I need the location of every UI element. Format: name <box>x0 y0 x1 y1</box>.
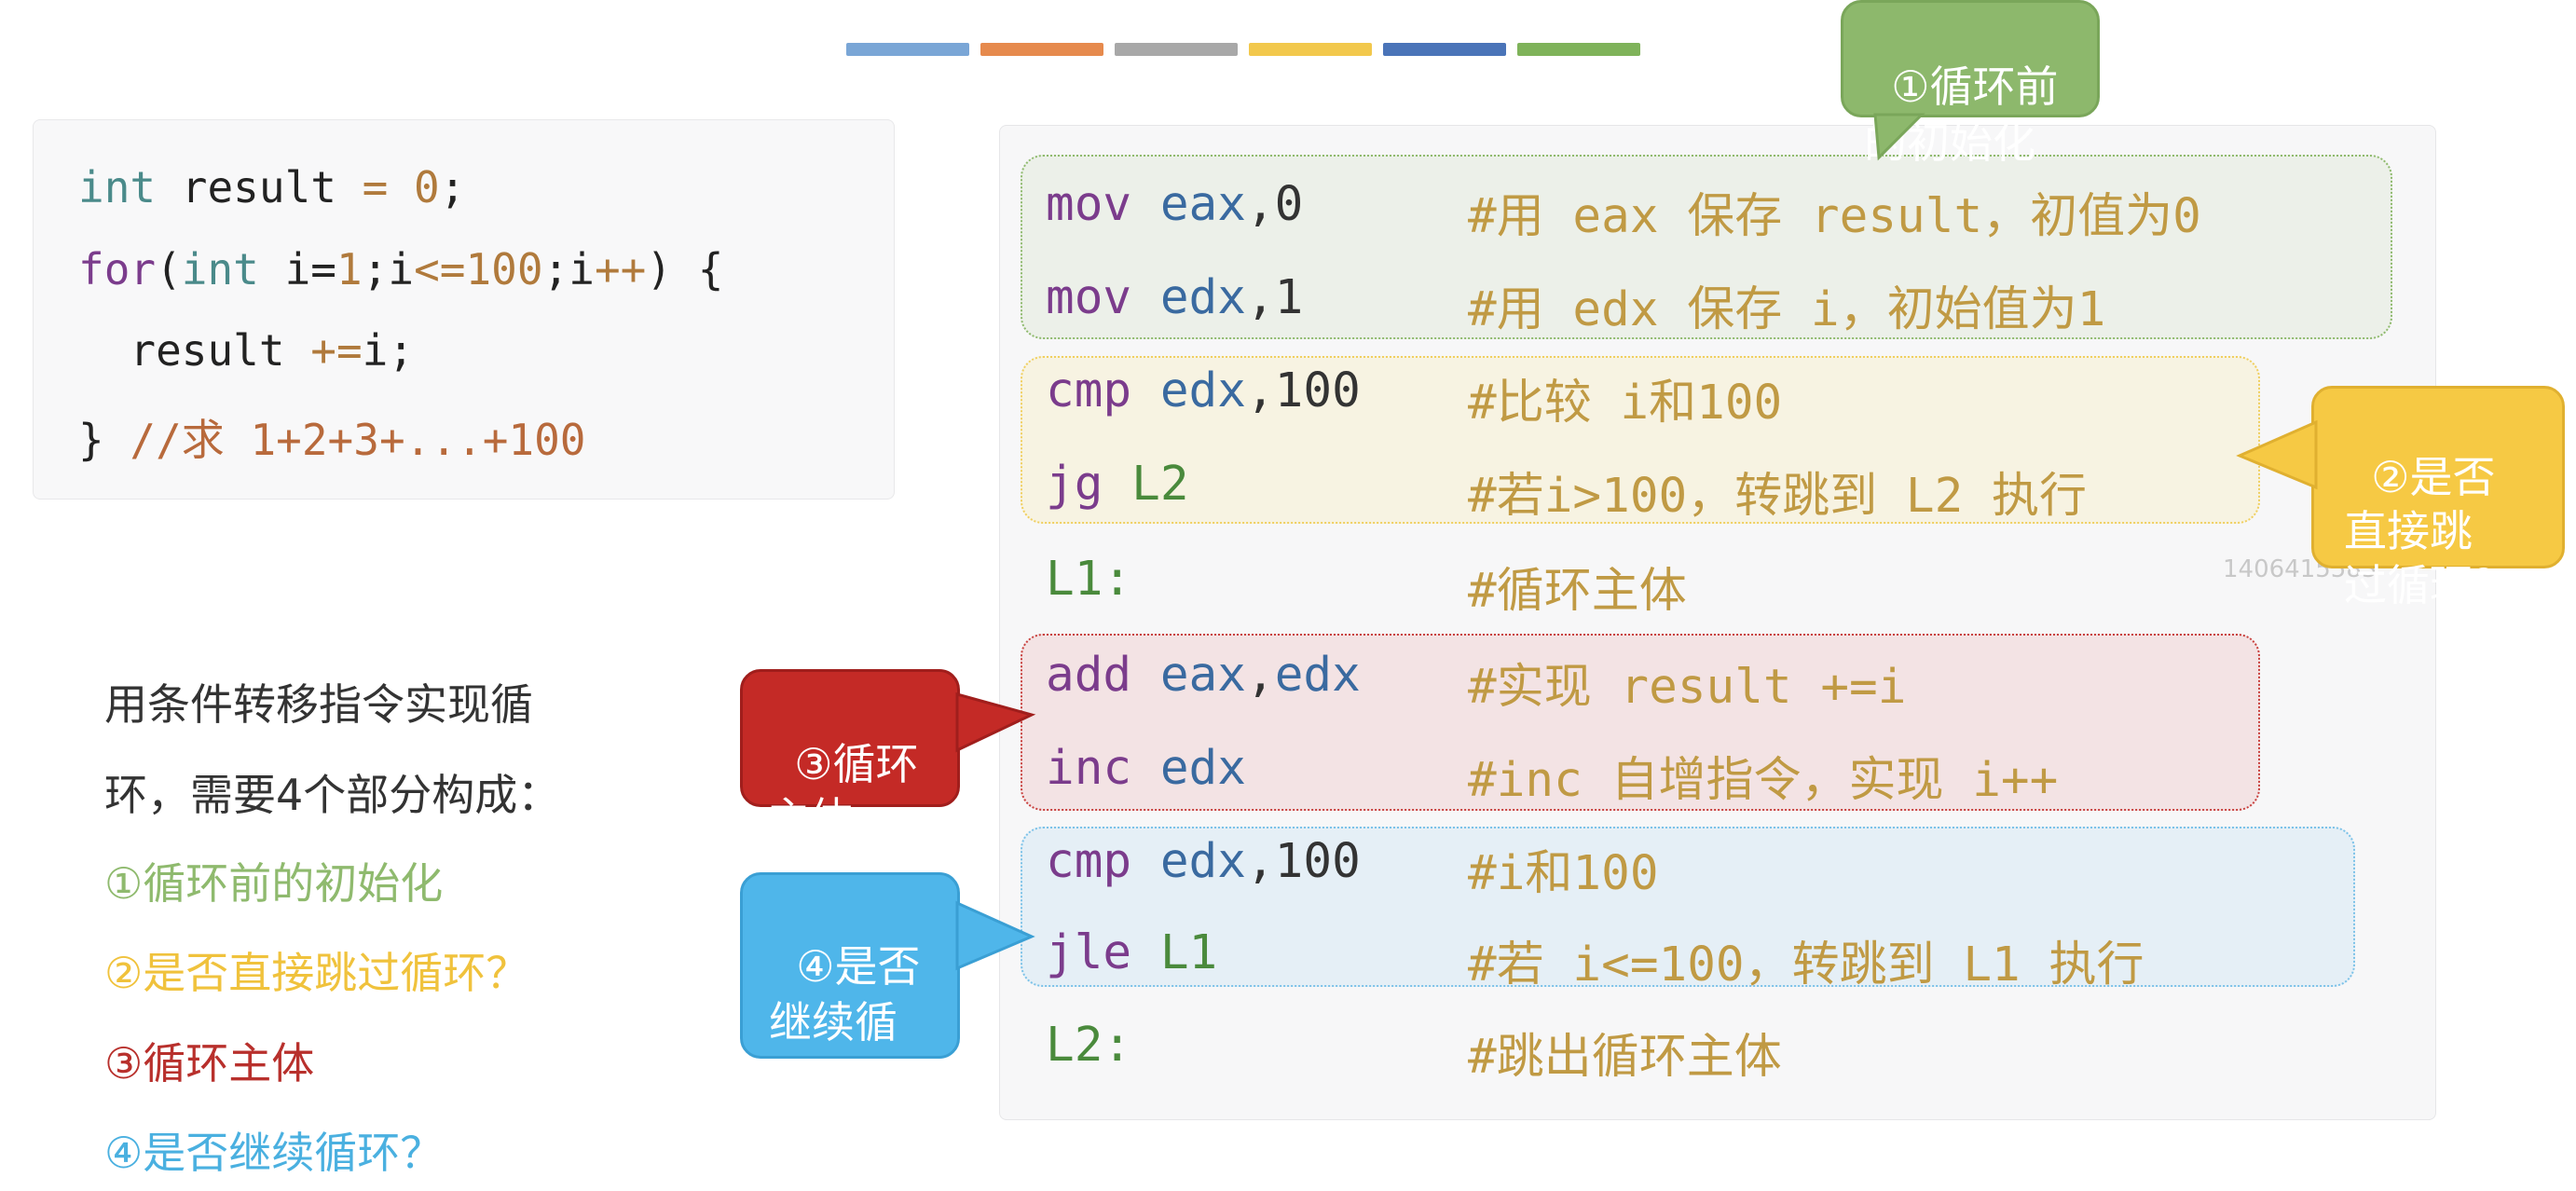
callout-body: ③循环 主体 <box>740 669 1036 843</box>
code-text: } <box>78 415 130 465</box>
strip-segment <box>980 43 1103 56</box>
number: 100 <box>465 244 543 294</box>
code-text: ) { <box>646 244 724 294</box>
strip-segment <box>1383 43 1506 56</box>
strip-segment <box>1115 43 1238 56</box>
asm-line: add eax,edx <box>1046 648 1361 703</box>
type-keyword: int <box>181 244 259 294</box>
asm-line: jg L2 <box>1046 457 1189 512</box>
callout-skip: ②是否 直接跳 过循环？ <box>2236 386 2565 610</box>
c-code-line: result +=i; <box>78 325 414 376</box>
asm-opcode: jg <box>1046 457 1103 512</box>
asm-operand: ,1 <box>1245 270 1304 325</box>
operator: += <box>310 325 363 376</box>
strip-segment <box>1517 43 1640 56</box>
asm-comment: #循环主体 <box>1468 564 1687 619</box>
operator: <= <box>414 244 466 294</box>
asm-comment: #若 i<=100，转跳到 L1 执行 <box>1468 938 2144 992</box>
callout-text: ②是否 直接跳 过循环？ <box>2344 452 2515 610</box>
asm-comment: #比较 i和100 <box>1468 376 1783 431</box>
code-text: ;i <box>542 244 595 294</box>
asm-operand: ,100 <box>1245 363 1361 418</box>
asm-register: edx <box>1159 741 1246 796</box>
asm-register: edx <box>1159 270 1246 325</box>
callout-text: ③循环 主体 <box>767 739 919 843</box>
code-text: i; <box>362 325 415 376</box>
c-code-card: int result = 0; for(int i=1;i<=100;i++) … <box>33 119 895 500</box>
callout-pointer <box>955 692 1036 753</box>
slide-color-strip <box>846 43 1640 56</box>
asm-operand: ,0 <box>1245 177 1304 232</box>
asm-register: eax <box>1159 648 1246 703</box>
callout-pointer <box>2236 419 2318 490</box>
c-code-line: int result = 0; <box>78 162 465 212</box>
part-item-skip: ②是否直接跳过循环？ <box>104 948 529 998</box>
asm-comment: #实现 result +=i <box>1468 660 1907 715</box>
operator: ++ <box>594 244 647 294</box>
asm-label-ref: L2 <box>1103 457 1189 512</box>
description-line: 用条件转移指令实现循 <box>104 679 533 730</box>
asm-operand: ,100 <box>1245 834 1361 889</box>
asm-comment: #inc 自增指令，实现 i++ <box>1468 753 2059 808</box>
asm-label: L2: <box>1046 1018 1132 1073</box>
code-text: result <box>156 162 363 212</box>
part-item-body: ③循环主体 <box>104 1038 315 1088</box>
code-text: i= <box>258 244 336 294</box>
code-text: ( <box>156 244 182 294</box>
code-text: ; <box>439 162 466 212</box>
asm-register: eax <box>1159 177 1246 232</box>
asm-operand: , <box>1245 648 1275 703</box>
strip-segment <box>846 43 969 56</box>
asm-opcode: mov <box>1046 270 1132 325</box>
part-item-continue: ④是否继续循环？ <box>104 1128 444 1178</box>
keyword: for <box>78 244 157 294</box>
asm-line: jle L1 <box>1046 925 1217 980</box>
asm-comment: #用 edx 保存 i，初始值为1 <box>1468 282 2106 337</box>
asm-opcode: cmp <box>1046 834 1132 889</box>
asm-opcode: mov <box>1046 177 1132 232</box>
asm-opcode: jle <box>1046 925 1132 980</box>
c-code-line: for(int i=1;i<=100;i++) { <box>78 244 723 294</box>
asm-opcode: cmp <box>1046 363 1132 418</box>
callout-pointer <box>1873 113 1925 161</box>
number: 1 <box>336 244 363 294</box>
asm-label-ref: L1 <box>1131 925 1218 980</box>
callout-init: ①循环前 的初始化 <box>1841 0 2100 168</box>
strip-segment <box>1249 43 1372 56</box>
description-line: 环，需要4个部分构成： <box>104 770 561 820</box>
asm-line: mov edx,1 <box>1046 270 1303 325</box>
asm-label: L1: <box>1046 552 1132 607</box>
part-item-init: ①循环前的初始化 <box>104 858 444 909</box>
callout-continue: ④是否 继续循 环？ <box>740 872 1035 1103</box>
asm-register: edx <box>1274 648 1361 703</box>
type-keyword: int <box>78 162 157 212</box>
c-code-line: } //求 1+2+3+...+100 <box>78 406 586 468</box>
callout-pointer <box>955 900 1035 971</box>
code-comment: //求 1+2+3+...+100 <box>130 415 586 465</box>
asm-comment: #i和100 <box>1468 846 1659 901</box>
asm-comment: #若i>100，转跳到 L2 执行 <box>1468 469 2088 524</box>
asm-line: mov eax,0 <box>1046 177 1303 232</box>
asm-opcode: inc <box>1046 741 1132 796</box>
asm-register: edx <box>1159 363 1246 418</box>
asm-line: cmp edx,100 <box>1046 363 1361 418</box>
asm-comment: #用 eax 保存 result，初值为0 <box>1468 189 2201 244</box>
asm-comment: #跳出循环主体 <box>1468 1030 1782 1085</box>
operator: = <box>362 162 389 212</box>
asm-register: edx <box>1159 834 1246 889</box>
asm-line: inc edx <box>1046 741 1246 796</box>
asm-opcode: add <box>1046 648 1132 703</box>
code-text: result <box>78 325 311 376</box>
number: 0 <box>388 162 440 212</box>
asm-line: cmp edx,100 <box>1046 834 1361 889</box>
code-text: ;i <box>362 244 415 294</box>
callout-text: ④是否 继续循 环？ <box>769 941 921 1103</box>
